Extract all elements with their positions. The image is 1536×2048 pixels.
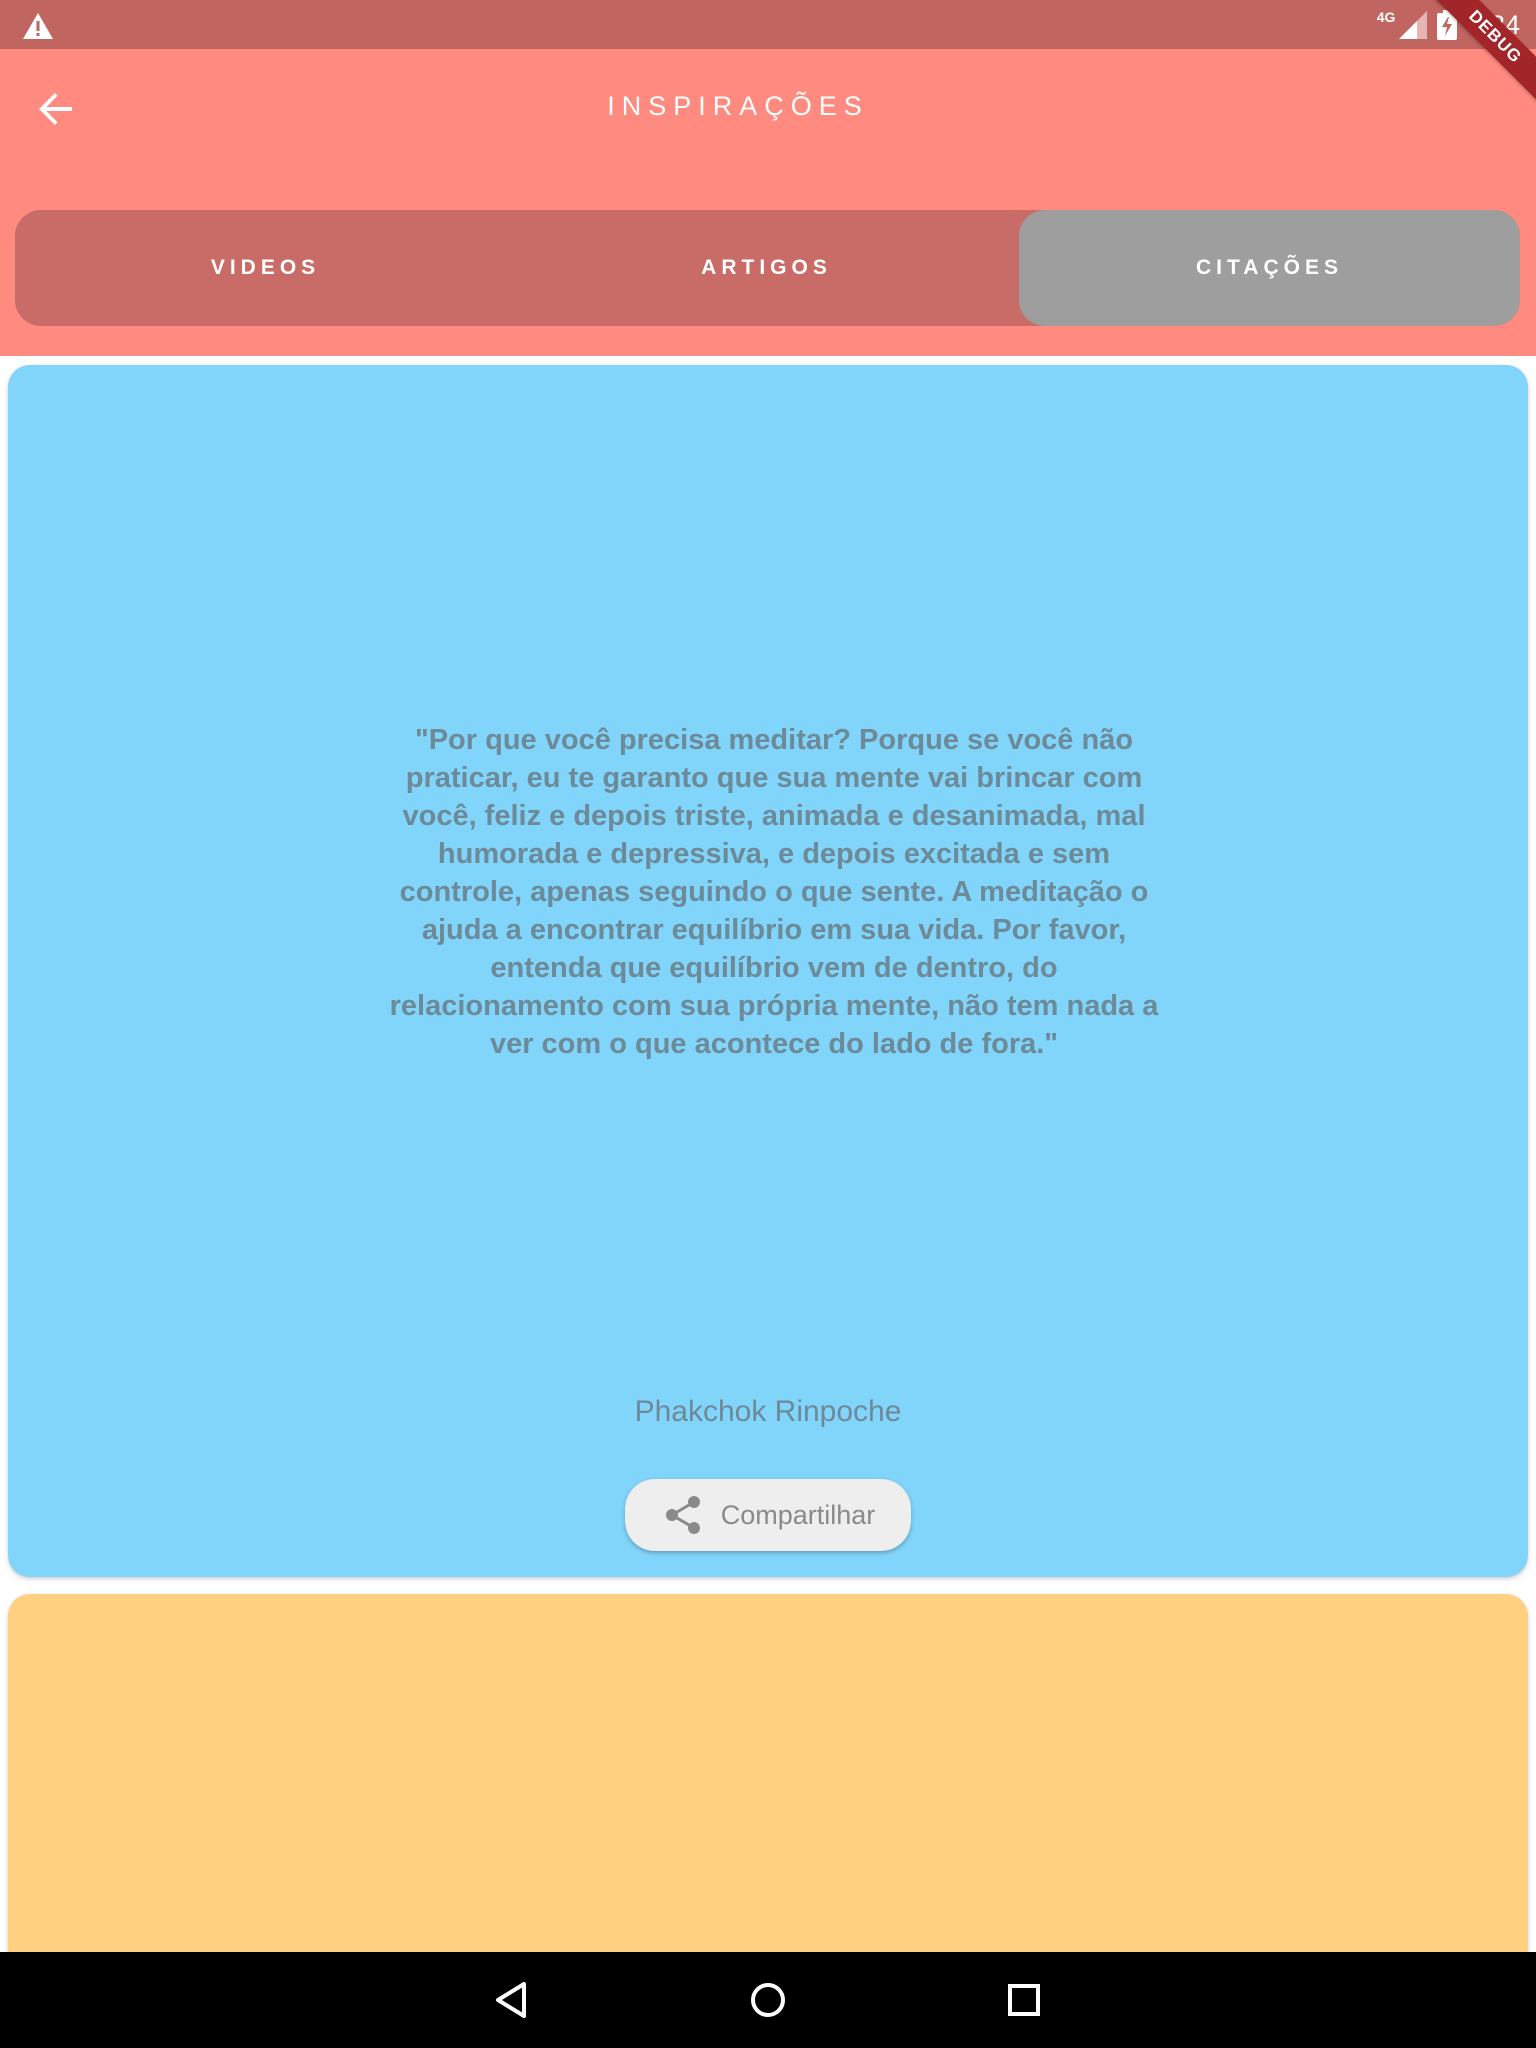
tab-citacoes[interactable]: CITAÇÕES (1019, 210, 1520, 326)
system-nav-bar (0, 1952, 1536, 2048)
nav-home-icon[interactable] (744, 1976, 792, 2024)
signal-icon (1399, 11, 1428, 39)
tab-videos[interactable]: VIDEOS (15, 210, 516, 326)
quote-author: Phakchok Rinpoche (634, 1395, 902, 1428)
status-bar: 4G 5:34 (0, 0, 1536, 49)
page-title: INSPIRAÇÕES (607, 91, 869, 121)
quote-text: "Por que você precisa meditar? Porque se… (389, 724, 1159, 1060)
tab-label: CITAÇÕES (1196, 256, 1343, 279)
tab-label: VIDEOS (210, 256, 321, 279)
tab-artigos[interactable]: ARTIGOS (516, 210, 1017, 326)
nav-back-icon[interactable] (488, 1976, 536, 2024)
quote-card (8, 1594, 1528, 2014)
tab-bar: VIDEOS ARTIGOS CITAÇÕES (15, 210, 1520, 326)
share-button[interactable]: Compartilhar (625, 1479, 911, 1551)
nav-recents-icon[interactable] (1000, 1976, 1048, 2024)
app-bar: INSPIRAÇÕES VIDEOS ARTIGOS CITAÇÕES (0, 49, 1536, 356)
share-label: Compartilhar (720, 1499, 876, 1530)
network-type: 4G (1376, 9, 1396, 25)
tab-label: ARTIGOS (701, 256, 832, 279)
warning-icon (23, 13, 53, 39)
quote-card: "Por que você precisa meditar? Porque se… (8, 365, 1528, 1577)
share-icon (665, 1496, 700, 1534)
